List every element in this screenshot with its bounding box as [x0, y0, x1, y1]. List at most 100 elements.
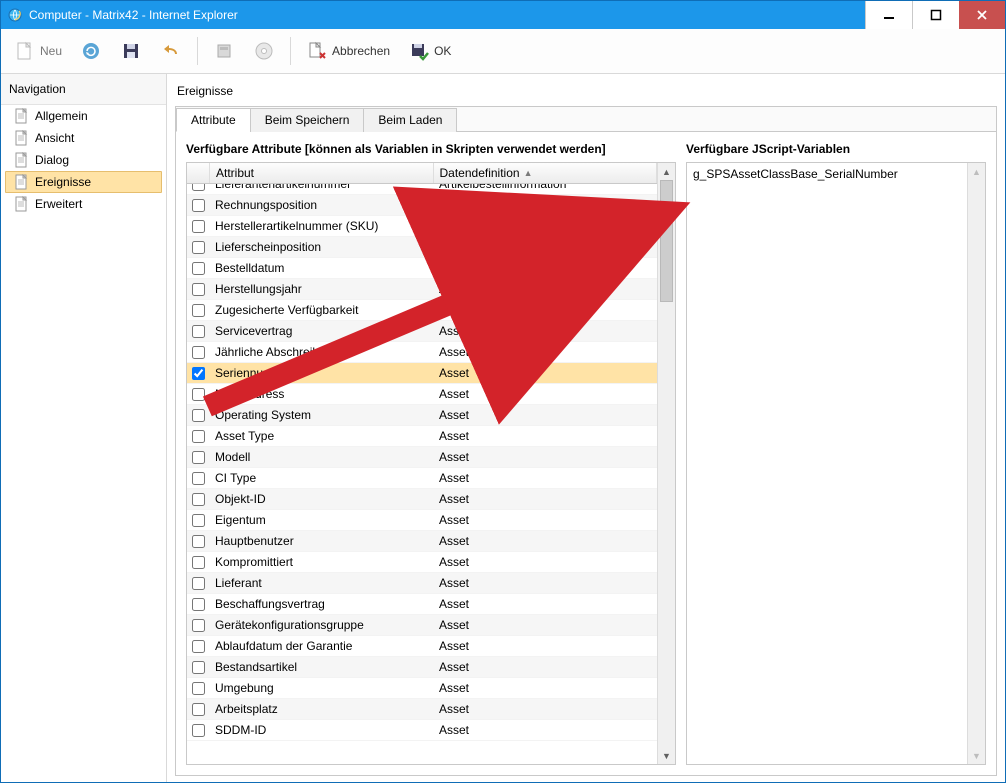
window-controls [865, 1, 1005, 29]
row-checkbox[interactable] [187, 640, 209, 653]
row-checkbox[interactable] [187, 535, 209, 548]
tab-beim-speichern[interactable]: Beim Speichern [250, 108, 365, 132]
disc-icon [253, 40, 275, 62]
table-row[interactable]: HerstellungsjahrAsset [187, 279, 657, 300]
row-checkbox[interactable] [187, 367, 209, 380]
row-checkbox[interactable] [187, 325, 209, 338]
cell-attribut: Asset Type [209, 429, 433, 443]
table-row[interactable]: SDDM-IDAsset [187, 720, 657, 741]
table-row[interactable]: Mac AddressAsset [187, 384, 657, 405]
table-row[interactable]: Jährliche AbschreibungAsset [187, 342, 657, 363]
row-checkbox[interactable] [187, 199, 209, 212]
table-row[interactable]: LieferantAsset [187, 573, 657, 594]
sidebar-item-ereignisse[interactable]: Ereignisse [5, 171, 162, 193]
row-checkbox[interactable] [187, 430, 209, 443]
column-attribut[interactable]: Attribut [210, 163, 434, 183]
new-button[interactable]: Neu [7, 35, 69, 67]
row-checkbox[interactable] [187, 346, 209, 359]
row-checkbox[interactable] [187, 241, 209, 254]
row-checkbox[interactable] [187, 283, 209, 296]
table-row[interactable]: Zugesicherte VerfügbarkeitAsset [187, 300, 657, 321]
row-checkbox[interactable] [187, 514, 209, 527]
maximize-button[interactable] [912, 1, 959, 29]
table-row[interactable]: CI TypeAsset [187, 468, 657, 489]
table-row[interactable]: BestandsartikelAsset [187, 657, 657, 678]
toolbar: Neu [1, 29, 1005, 74]
table-row[interactable]: LieferantenartikelnummerArtikelbestellin… [187, 184, 657, 195]
jscript-title: Verfügbare JScript-Variablen [686, 142, 986, 162]
cell-attribut: Arbeitsplatz [209, 702, 433, 716]
row-checkbox[interactable] [187, 556, 209, 569]
sidebar-item-erweitert[interactable]: Erweitert [5, 193, 162, 215]
tab-beim-laden[interactable]: Beim Laden [363, 108, 457, 132]
row-checkbox[interactable] [187, 619, 209, 632]
cell-datendefinition: Asset [433, 303, 657, 317]
refresh-icon [80, 40, 102, 62]
minimize-button[interactable] [865, 1, 912, 29]
table-row[interactable]: BestelldatumArtikelbestellinformation [187, 258, 657, 279]
cell-datendefinition: Asset [433, 387, 657, 401]
table-row[interactable]: LieferscheinpositionArtikelbestellinform… [187, 237, 657, 258]
sidebar-item-dialog[interactable]: Dialog [5, 149, 162, 171]
grid-header: Attribut Datendefinition▲ [187, 163, 657, 184]
table-row[interactable]: ServicevertragAsset [187, 321, 657, 342]
row-checkbox[interactable] [187, 304, 209, 317]
table-row[interactable]: Operating SystemAsset [187, 405, 657, 426]
table-row[interactable]: SeriennummerAsset [187, 363, 657, 384]
row-checkbox[interactable] [187, 409, 209, 422]
server-button[interactable] [206, 35, 242, 67]
tab-attribute[interactable]: Attribute [176, 108, 251, 132]
sidebar-item-ansicht[interactable]: Ansicht [5, 127, 162, 149]
table-row[interactable]: Herstellerartikelnummer (SKU)Artikelbest… [187, 216, 657, 237]
row-checkbox[interactable] [187, 703, 209, 716]
refresh-button[interactable] [73, 35, 109, 67]
scroll-down-button[interactable]: ▼ [658, 747, 675, 764]
scroll-thumb[interactable] [660, 180, 673, 302]
row-checkbox[interactable] [187, 661, 209, 674]
cell-datendefinition: Asset [433, 513, 657, 527]
column-checkbox[interactable] [187, 163, 210, 183]
sidebar-item-allgemein[interactable]: Allgemein [5, 105, 162, 127]
jscript-variables-box[interactable]: g_SPSAssetClassBase_SerialNumber ▲ ▼ [686, 162, 986, 765]
cancel-button[interactable]: Abbrechen [299, 35, 397, 67]
scroll-up-button[interactable]: ▲ [658, 163, 675, 180]
cell-datendefinition: Asset [433, 534, 657, 548]
scroll-track[interactable] [658, 180, 675, 747]
document-icon [15, 152, 29, 168]
undo-button[interactable] [153, 35, 189, 67]
vertical-scrollbar[interactable]: ▲ ▼ [657, 163, 675, 764]
table-row[interactable]: HauptbenutzerAsset [187, 531, 657, 552]
table-row[interactable]: Objekt-IDAsset [187, 489, 657, 510]
row-checkbox[interactable] [187, 472, 209, 485]
table-row[interactable]: Asset TypeAsset [187, 426, 657, 447]
column-label: Datendefinition [440, 166, 520, 180]
row-checkbox[interactable] [187, 388, 209, 401]
row-checkbox[interactable] [187, 184, 209, 191]
column-datendefinition[interactable]: Datendefinition▲ [434, 163, 658, 183]
ok-button[interactable]: OK [401, 35, 458, 67]
disc-button[interactable] [246, 35, 282, 67]
row-checkbox[interactable] [187, 262, 209, 275]
table-row[interactable]: RechnungspositionArtikelbestellinformati… [187, 195, 657, 216]
cell-attribut: Eigentum [209, 513, 433, 527]
table-row[interactable]: KompromittiertAsset [187, 552, 657, 573]
table-row[interactable]: GerätekonfigurationsgruppeAsset [187, 615, 657, 636]
row-checkbox[interactable] [187, 724, 209, 737]
row-checkbox[interactable] [187, 598, 209, 611]
table-row[interactable]: Ablaufdatum der GarantieAsset [187, 636, 657, 657]
row-checkbox[interactable] [187, 493, 209, 506]
table-row[interactable]: EigentumAsset [187, 510, 657, 531]
table-row[interactable]: ArbeitsplatzAsset [187, 699, 657, 720]
row-checkbox[interactable] [187, 220, 209, 233]
row-checkbox[interactable] [187, 682, 209, 695]
table-row[interactable]: UmgebungAsset [187, 678, 657, 699]
column-label: Attribut [216, 166, 254, 180]
cell-datendefinition: Artikelbestellinformation [433, 184, 657, 191]
save-button[interactable] [113, 35, 149, 67]
table-row[interactable]: ModellAsset [187, 447, 657, 468]
row-checkbox[interactable] [187, 451, 209, 464]
close-button[interactable] [959, 1, 1005, 29]
cell-datendefinition: Artikelbestellinformation [433, 219, 657, 233]
table-row[interactable]: BeschaffungsvertragAsset [187, 594, 657, 615]
row-checkbox[interactable] [187, 577, 209, 590]
